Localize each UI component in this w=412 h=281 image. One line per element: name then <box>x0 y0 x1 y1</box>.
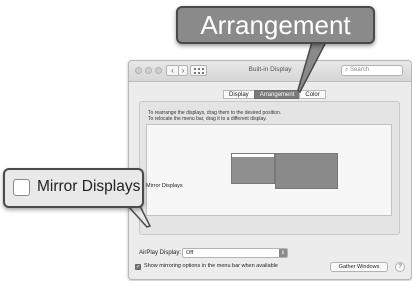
mirror-callout-pointer <box>126 205 152 228</box>
mirror-callout-label: Mirror Displays <box>37 178 141 195</box>
arrangement-callout: Arrangement <box>176 6 375 44</box>
arrangement-callout-pointer <box>297 41 328 94</box>
mirror-callout-checkbox <box>13 179 30 196</box>
mirror-displays-callout: Mirror Displays <box>3 168 144 208</box>
